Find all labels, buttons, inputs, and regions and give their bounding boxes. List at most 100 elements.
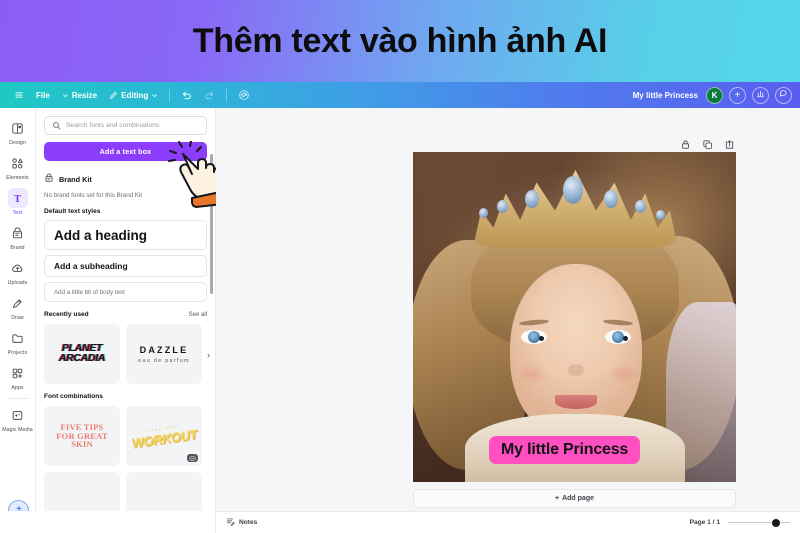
analytics-button[interactable] (752, 86, 769, 104)
font-card[interactable]: PLANET ARCADIA (44, 324, 120, 384)
cheek-right (609, 364, 639, 384)
text-overlay-element[interactable]: My little Princess (489, 436, 641, 464)
panel-scrollbar[interactable] (210, 154, 213, 294)
add-a-text-box-button[interactable]: Add a text box (44, 142, 207, 161)
editing-label: Editing (121, 90, 149, 100)
chevron-right-icon[interactable]: › (207, 350, 210, 360)
recently-used-title: Recently used (44, 311, 89, 318)
sidebar-item-label: Brand (10, 245, 25, 251)
comment-bubble-icon (779, 89, 788, 101)
nose (568, 364, 584, 376)
sidebar-item-label: Projects (7, 350, 28, 356)
style-badge-icon (187, 454, 198, 462)
notes-label: Notes (239, 519, 258, 526)
face (510, 264, 642, 439)
plus-icon: + (555, 495, 560, 502)
crown-gem (656, 210, 665, 220)
font-combination-cards: FIVE TIPS FOR GREAT SKIN TIME FOR WORKOU… (44, 406, 207, 466)
sidebar-item-text[interactable]: T Text (1, 184, 35, 219)
iris (612, 331, 628, 343)
draw-icon (8, 293, 28, 313)
zoom-track (728, 521, 790, 524)
redo-button[interactable] (198, 87, 221, 104)
left-sidebar-rail: Design Elements T Text Brand Uploads Dra… (0, 108, 36, 533)
font-card-line2: ARCADIA (58, 352, 106, 364)
sidebar-item-brand[interactable]: Brand (1, 219, 35, 254)
apps-icon (8, 363, 28, 383)
chevron-down-icon (151, 92, 158, 99)
crown-gem (479, 208, 488, 218)
sidebar-item-magic-media[interactable]: Magic Media (1, 401, 35, 436)
editing-mode-button[interactable]: Editing (103, 88, 164, 103)
design-canvas[interactable]: My little Princess (413, 152, 736, 482)
sidebar-item-design[interactable]: Design (1, 114, 35, 149)
bottom-left-strip (0, 511, 216, 533)
iris (528, 331, 544, 343)
lock-button[interactable] (679, 139, 692, 152)
text-panel: Search fonts and combinations Add a text… (36, 108, 216, 533)
document-title[interactable]: My little Princess (633, 91, 698, 100)
add-body-text-style[interactable]: Add a little bit of body text (44, 282, 207, 302)
design-icon (8, 118, 28, 138)
add-collaborator-button[interactable]: + (729, 86, 746, 104)
font-combination-card[interactable]: TIME FOR WORKOUT (126, 406, 202, 466)
cheek-left (517, 364, 547, 384)
sidebar-item-draw[interactable]: Draw (1, 289, 35, 324)
pencil-icon (109, 91, 118, 100)
toolbar-divider (226, 88, 228, 102)
sidebar-item-label: Design (9, 140, 26, 146)
sidebar-item-label: Uploads (7, 280, 28, 286)
add-heading-style[interactable]: Add a heading (44, 220, 207, 250)
crown-gem (604, 190, 618, 208)
sidebar-item-projects[interactable]: Projects (1, 324, 35, 359)
banner: Thêm text vào hình ảnh AI (0, 0, 800, 82)
sidebar-item-label: Magic Media (2, 427, 33, 433)
search-input[interactable]: Search fonts and combinations (44, 116, 207, 135)
see-all-link[interactable]: See all (189, 312, 207, 318)
brand-kit-row[interactable]: Brand Kit (44, 170, 207, 188)
sync-status-button[interactable] (232, 86, 256, 104)
banner-title: Thêm text vào hình ảnh AI (192, 22, 608, 60)
projects-icon (8, 328, 28, 348)
undo-button[interactable] (175, 87, 198, 104)
crown-gem (635, 200, 646, 213)
add-page-button[interactable]: + Add page (413, 489, 736, 508)
add-subheading-style[interactable]: Add a subheading (44, 255, 207, 277)
redo-icon (204, 90, 215, 101)
undo-icon (181, 90, 192, 101)
eye-right (605, 330, 631, 344)
font-card-line2: eau de parfum (138, 357, 190, 364)
crown-gem (497, 200, 508, 213)
duplicate-button[interactable] (701, 139, 714, 152)
sidebar-item-elements[interactable]: Elements (1, 149, 35, 184)
zoom-knob[interactable] (772, 518, 780, 527)
bar-chart-icon (756, 89, 765, 101)
magic-media-icon (8, 405, 28, 425)
top-toolbar: File Resize Editing My little Princess K… (0, 82, 800, 108)
sidebar-item-apps[interactable]: Apps (1, 359, 35, 394)
resize-button[interactable]: Resize (56, 88, 103, 103)
page-indicator: Page 1 / 1 (689, 519, 720, 526)
recently-used-header: Recently used See all (44, 311, 207, 318)
combo-line3: SKIN (71, 439, 93, 450)
uploads-icon (8, 258, 28, 278)
search-placeholder: Search fonts and combinations (66, 122, 160, 129)
canvas-toolbar (679, 139, 736, 152)
zoom-slider[interactable] (728, 518, 790, 528)
font-combination-card[interactable]: FIVE TIPS FOR GREAT SKIN (44, 406, 120, 466)
font-card-line1: DAZZLE (139, 344, 189, 355)
comment-button[interactable] (775, 86, 792, 104)
font-card[interactable]: DAZZLE eau de parfum (126, 324, 202, 384)
notes-icon (226, 517, 235, 528)
notes-button[interactable]: Notes (226, 517, 257, 528)
canvas-stage: My little Princess + Add page (216, 108, 800, 511)
sidebar-item-uploads[interactable]: Uploads (1, 254, 35, 289)
elements-icon (8, 153, 28, 173)
menu-button[interactable] (8, 87, 30, 103)
avatar[interactable]: K (706, 86, 723, 104)
font-combinations-title: Font combinations (44, 393, 103, 400)
sidebar-divider (6, 398, 29, 399)
file-menu-button[interactable]: File (30, 88, 56, 103)
export-button[interactable] (723, 139, 736, 152)
cloud-check-icon (238, 89, 250, 101)
